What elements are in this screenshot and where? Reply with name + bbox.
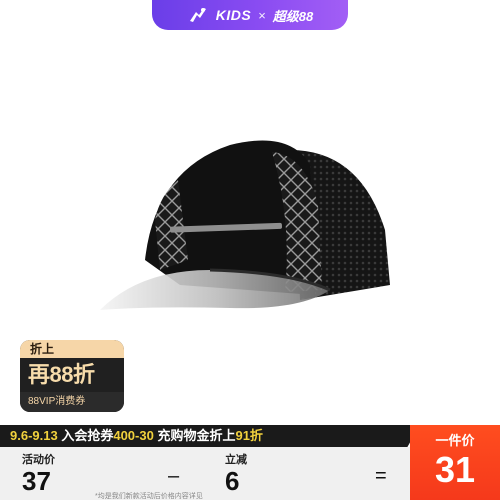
activity-price: 活动价 37 — [22, 451, 55, 495]
brand-banner: KIDS × 超级88 — [152, 0, 348, 30]
final-price-box: 一件价 31 — [410, 425, 500, 500]
instant-discount: 立减 6 — [225, 451, 247, 495]
promo-bonus-value: 91折 — [235, 428, 263, 443]
brand-separator: × — [258, 7, 266, 23]
promo-date: 9.6-9.13 — [10, 428, 58, 443]
price-panel: 9.6-9.13 入会抢券400-30 充购物金折上91折 活动价 37 – 立… — [0, 425, 500, 500]
instant-discount-label: 立减 — [225, 454, 247, 466]
final-price-label: 一件价 — [435, 433, 475, 448]
price-calc-row: 活动价 37 – 立减 6 = *均是我们新款活动后价格内容详见 — [0, 447, 410, 500]
equals-sign: = — [375, 465, 387, 487]
minus-sign: – — [168, 465, 180, 487]
fineprint-note: *均是我们新款活动后价格内容详见 — [95, 493, 203, 500]
baseball-cap-image[interactable] — [60, 110, 440, 350]
final-price-value: 31 — [434, 449, 476, 490]
activity-price-value: 37 — [22, 466, 51, 496]
badge-main-label: 再88折 — [20, 358, 124, 392]
brand-logo-icon — [189, 8, 206, 22]
promo-bonus-text: 充购物金折上 — [157, 428, 236, 443]
promo-coupon-value: 400-30 — [113, 428, 154, 443]
discount-badge: 折上 再88折 88VIP消费券 — [20, 340, 124, 412]
activity-price-label: 活动价 — [22, 454, 55, 466]
badge-top-label: 折上 — [20, 340, 124, 358]
badge-bottom-label: 88VIP消费券 — [20, 392, 124, 412]
instant-discount-value: 6 — [225, 466, 240, 496]
promo-coupon-text: 入会抢券 — [61, 428, 114, 443]
brand-kids-label: KIDS — [215, 7, 252, 23]
campaign-label: 超级88 — [272, 8, 314, 24]
promo-strip: 9.6-9.13 入会抢券400-30 充购物金折上91折 — [0, 425, 420, 447]
